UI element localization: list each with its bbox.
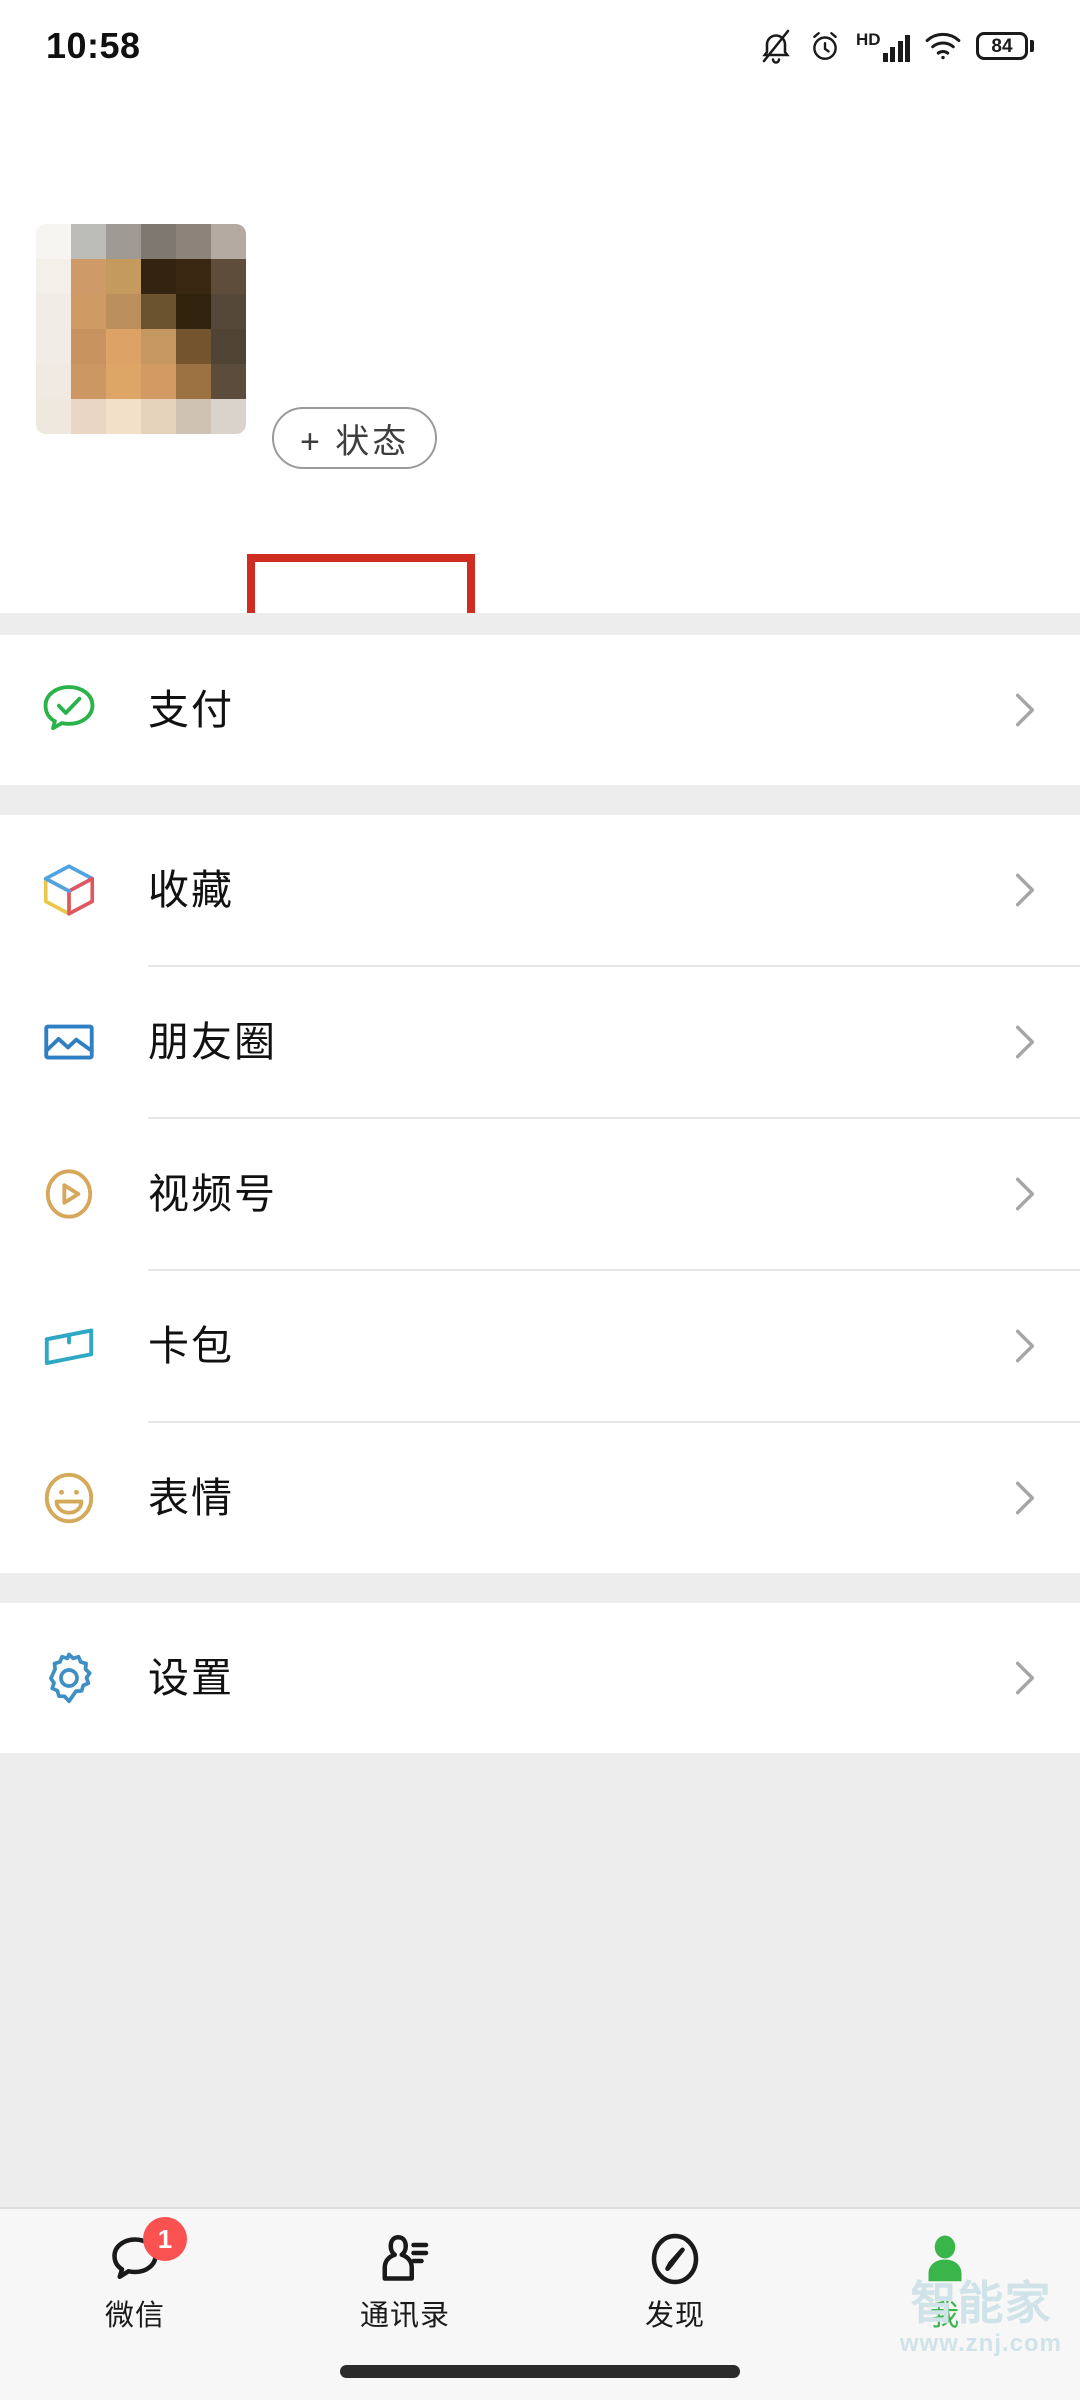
menu-group-settings: 设置: [0, 1603, 1080, 1753]
profile-header[interactable]: + 状态: [0, 92, 1080, 694]
watermark-title: 智能家: [910, 2277, 1052, 2329]
chevron-right-icon: [1014, 1023, 1036, 1061]
cards-wallet-icon: [36, 1313, 102, 1379]
channels-play-icon: [36, 1161, 102, 1227]
alarm-clock-icon: [808, 28, 842, 64]
favorites-box-icon: [36, 857, 102, 923]
status-button-wrap: + 状态: [272, 407, 438, 469]
status-bar-clock: 10:58: [46, 25, 141, 66]
battery-level-text: 84: [991, 35, 1013, 57]
bottom-tab-bar: 1 微信 通讯录 发现 我 智能家 www.znj.com: [0, 2207, 1080, 2400]
menu-row-label: 表情: [148, 1474, 234, 1521]
tab-label: 微信: [104, 2300, 165, 2332]
menu-row-stickers[interactable]: 表情: [0, 1423, 1080, 1573]
bell-mute-icon: [758, 27, 794, 65]
tab-label: 发现: [644, 2300, 705, 2332]
menu-row-moments[interactable]: 朋友圈: [0, 967, 1080, 1117]
tab-contacts[interactable]: 通讯录: [270, 2209, 540, 2331]
unread-badge: 1: [143, 2217, 187, 2261]
status-bar: 10:58 HD 84: [0, 0, 1080, 92]
menu-group-features: 收藏 朋友圈 视频号 卡包 表情: [0, 815, 1080, 1573]
chevron-right-icon: [1014, 1175, 1036, 1213]
wifi-icon: [924, 31, 962, 61]
menu-row-label: 视频号: [148, 1170, 277, 1217]
menu-row-channels[interactable]: 视频号: [0, 1119, 1080, 1269]
chevron-right-icon: [1014, 1479, 1036, 1517]
site-watermark: 智能家 www.znj.com: [900, 2280, 1062, 2356]
battery-icon: 84: [976, 32, 1034, 60]
watermark-url: www.znj.com: [899, 2330, 1062, 2357]
chevron-right-icon: [1014, 1327, 1036, 1365]
status-button[interactable]: + 状态: [272, 407, 438, 469]
moments-photo-icon: [36, 1009, 102, 1075]
section-gap: [0, 785, 1080, 815]
menu-row-favorites[interactable]: 收藏: [0, 815, 1080, 965]
avatar[interactable]: [36, 224, 246, 434]
settings-gear-icon: [36, 1645, 102, 1711]
menu-row-cards[interactable]: 卡包: [0, 1271, 1080, 1421]
chevron-right-icon: [1014, 691, 1036, 729]
chat-bubble-icon: 1: [103, 2217, 187, 2291]
menu-row-settings[interactable]: 设置: [0, 1603, 1080, 1753]
chevron-right-icon: [1014, 1659, 1036, 1697]
stickers-smiley-icon: [36, 1465, 102, 1531]
menu-row-pay[interactable]: 支付: [0, 635, 1080, 785]
tab-label: 通讯录: [359, 2300, 450, 2332]
pay-icon: [36, 677, 102, 743]
tab-wechat[interactable]: 1 微信: [0, 2209, 270, 2331]
wechat-me-screen: 10:58 HD 84 + 状态 支付 收藏 朋友圈 视频号 卡包 表情 设置 …: [0, 0, 1080, 2400]
home-indicator[interactable]: [340, 2365, 740, 2378]
discover-compass-icon: [643, 2227, 707, 2291]
chevron-right-icon: [1014, 871, 1036, 909]
menu-group-payment: 支付: [0, 635, 1080, 785]
section-gap: [0, 1573, 1080, 1603]
contacts-icon: [373, 2227, 437, 2291]
menu-row-label: 朋友圈: [148, 1018, 277, 1065]
menu-row-label: 设置: [148, 1654, 234, 1701]
status-bar-icons: HD 84: [758, 27, 1034, 65]
menu-row-label: 卡包: [148, 1322, 234, 1369]
menu-list: 支付 收藏 朋友圈 视频号 卡包 表情 设置: [0, 613, 1080, 1753]
tab-discover[interactable]: 发现: [540, 2209, 810, 2331]
menu-row-label: 收藏: [148, 866, 234, 913]
menu-row-label: 支付: [148, 686, 234, 733]
section-gap: [0, 613, 1080, 635]
hd-signal-icon: HD: [856, 31, 910, 62]
